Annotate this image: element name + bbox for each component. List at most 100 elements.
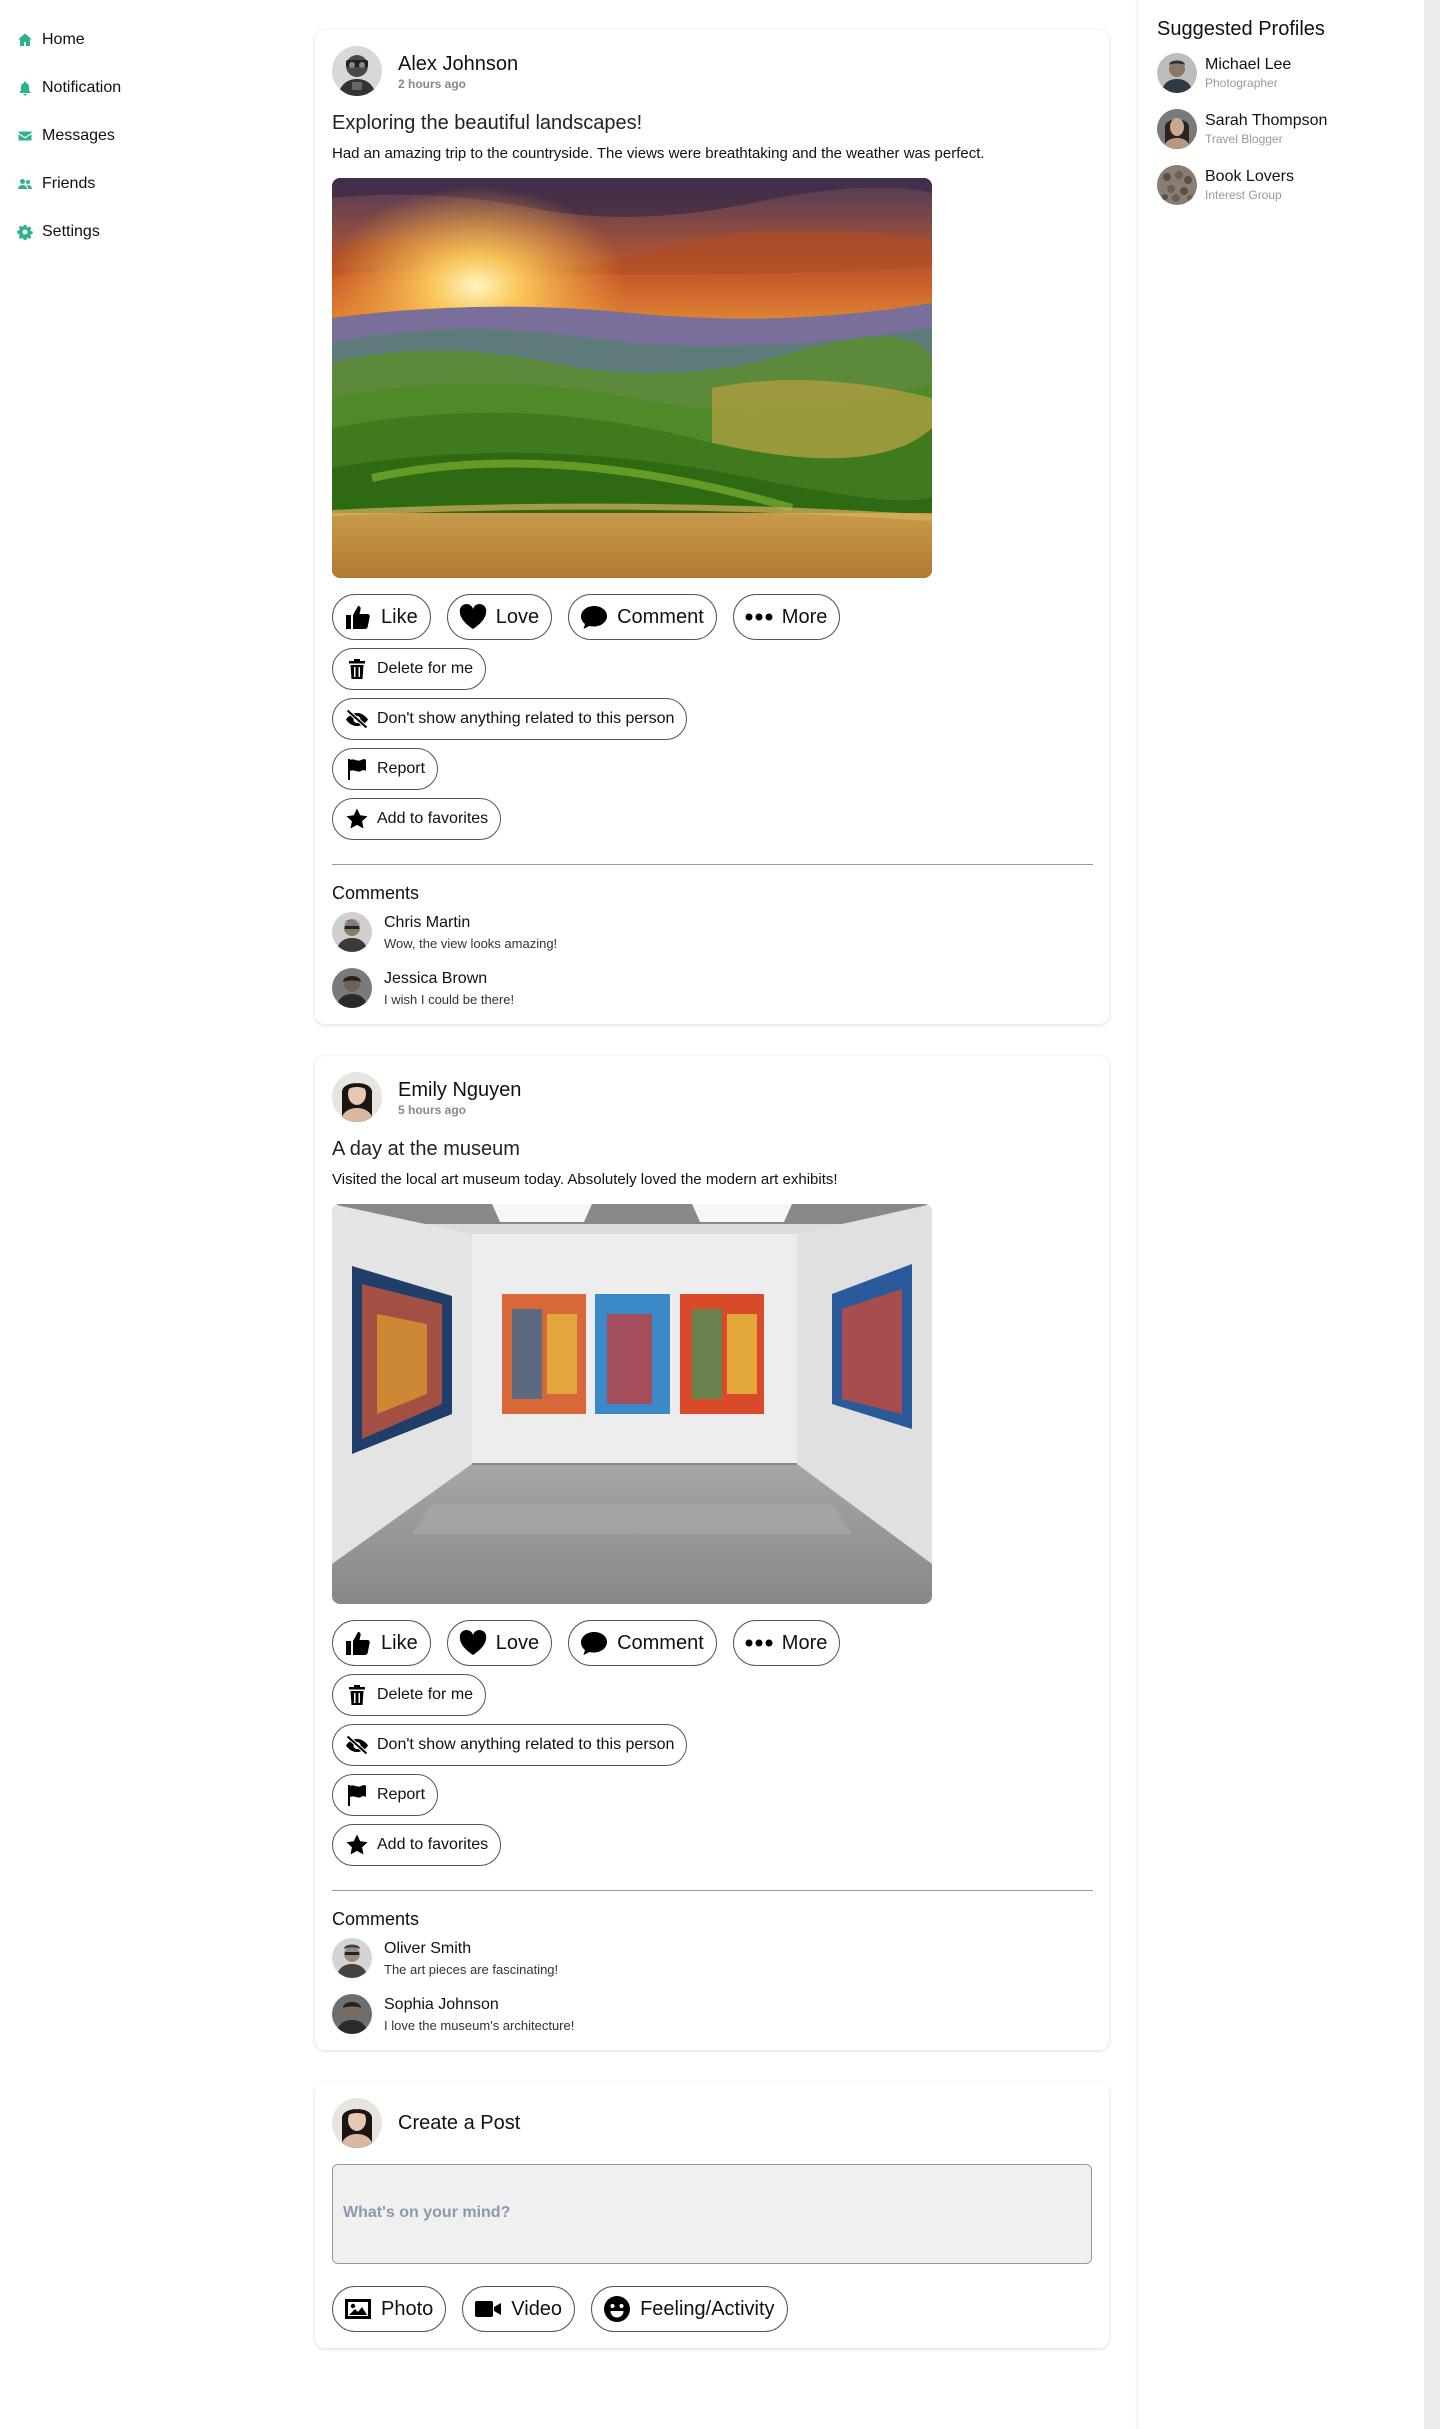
profile-subtitle: Photographer xyxy=(1205,76,1278,90)
suggested-profile[interactable]: Sarah Thompson Travel Blogger xyxy=(1157,109,1406,149)
sidebar-item-label: Notification xyxy=(42,79,122,96)
suggested-profile[interactable]: Book Lovers Interest Group xyxy=(1157,165,1406,205)
like-button[interactable]: Like xyxy=(332,594,431,640)
users-icon xyxy=(17,176,33,192)
love-button[interactable]: Love xyxy=(446,594,553,640)
speech-bubble-icon xyxy=(579,1628,609,1658)
flag-icon xyxy=(345,1783,369,1807)
avatar[interactable] xyxy=(332,2098,382,2148)
photo-button[interactable]: Photo xyxy=(332,2286,447,2332)
post-body: Had an amazing trip to the countryside. … xyxy=(332,145,985,162)
comment-text: I wish I could be there! xyxy=(384,992,515,1007)
more-button[interactable]: More xyxy=(732,594,841,640)
post-title: A day at the museum xyxy=(332,1138,520,1160)
heart-icon xyxy=(458,602,488,632)
hide-person-button[interactable]: Don't show anything related to this pers… xyxy=(332,1724,688,1766)
commenter-name[interactable]: Chris Martin xyxy=(384,913,557,933)
suggested-profiles-title: Suggested Profiles xyxy=(1157,18,1325,40)
commenter-name[interactable]: Oliver Smith xyxy=(384,1939,558,1959)
reaction-bar: Like Love Comment More xyxy=(332,1620,1093,1666)
comment-text: Wow, the view looks amazing! xyxy=(384,936,558,951)
sidebar-item-settings[interactable]: Settings xyxy=(0,208,300,256)
profile-name: Sarah Thompson xyxy=(1205,112,1328,129)
comment: Oliver Smith The art pieces are fascinat… xyxy=(332,1938,1093,1978)
sidebar-item-messages[interactable]: Messages xyxy=(0,112,300,160)
video-camera-icon xyxy=(473,2294,503,2324)
avatar[interactable] xyxy=(1157,53,1197,93)
gear-icon xyxy=(17,224,33,240)
add-to-favorites-button[interactable]: Add to favorites xyxy=(332,1824,502,1866)
avatar[interactable] xyxy=(1157,165,1197,205)
author-name[interactable]: Emily Nguyen xyxy=(398,1078,521,1102)
sidebar-item-label: Home xyxy=(42,31,85,48)
post-image[interactable] xyxy=(332,178,932,578)
avatar[interactable] xyxy=(332,968,372,1008)
news-feed: Alex Johnson 2 hours ago Exploring the b… xyxy=(315,30,1109,2380)
sidebar-item-home[interactable]: Home xyxy=(0,16,300,64)
delete-for-me-button[interactable]: Delete for me xyxy=(332,1674,487,1716)
delete-for-me-button[interactable]: Delete for me xyxy=(332,648,487,690)
post-composer xyxy=(332,2164,1092,2264)
divider xyxy=(332,864,1093,865)
author-name[interactable]: Alex Johnson xyxy=(398,52,518,76)
create-post-title: Create a Post xyxy=(398,2111,521,2134)
flag-icon xyxy=(345,757,369,781)
avatar[interactable] xyxy=(332,912,372,952)
report-button[interactable]: Report xyxy=(332,1774,439,1816)
comment-button[interactable]: Comment xyxy=(568,1620,717,1666)
comment-button[interactable]: Comment xyxy=(568,594,717,640)
sidebar-item-notification[interactable]: Notification xyxy=(0,64,300,112)
avatar[interactable] xyxy=(332,1072,382,1122)
composer-actions: Photo Video Feeling/Activity xyxy=(332,2286,1093,2332)
trash-icon xyxy=(345,1683,369,1707)
avatar[interactable] xyxy=(1157,109,1197,149)
thumbs-up-icon xyxy=(343,602,373,632)
comment-text: I love the museum's architecture! xyxy=(384,2018,575,2033)
star-icon xyxy=(345,807,369,831)
bell-icon xyxy=(17,80,33,96)
feeling-activity-button[interactable]: Feeling/Activity xyxy=(591,2286,788,2332)
add-to-favorites-button[interactable]: Add to favorites xyxy=(332,798,502,840)
post-card: Emily Nguyen 5 hours ago A day at the mu… xyxy=(315,1056,1109,2050)
hide-person-button[interactable]: Don't show anything related to this pers… xyxy=(332,698,688,740)
post-header: Emily Nguyen 5 hours ago xyxy=(332,1072,1093,1122)
home-icon xyxy=(17,32,33,48)
post-input[interactable] xyxy=(343,2194,1091,2234)
profile-subtitle: Interest Group xyxy=(1205,188,1282,202)
post-body: Visited the local art museum today. Abso… xyxy=(332,1171,838,1188)
left-sidebar: Home Notification Messages Friends Setti… xyxy=(0,0,300,256)
post-header: Alex Johnson 2 hours ago xyxy=(332,46,1093,96)
post-image[interactable] xyxy=(332,1204,932,1604)
love-button[interactable]: Love xyxy=(446,1620,553,1666)
avatar[interactable] xyxy=(332,1994,372,2034)
suggested-profile[interactable]: Michael Lee Photographer xyxy=(1157,53,1406,93)
avatar[interactable] xyxy=(332,1938,372,1978)
create-post-header: Create a Post xyxy=(332,2098,1093,2148)
comments-heading: Comments xyxy=(332,883,420,903)
sidebar-item-label: Settings xyxy=(42,223,100,240)
smiley-icon xyxy=(602,2294,632,2324)
art-gallery-image xyxy=(332,1204,932,1604)
divider xyxy=(332,1890,1093,1891)
sidebar-item-label: Messages xyxy=(42,127,115,144)
comment: Sophia Johnson I love the museum's archi… xyxy=(332,1994,1093,2034)
commenter-name[interactable]: Sophia Johnson xyxy=(384,1995,574,2015)
more-button[interactable]: More xyxy=(732,1620,841,1666)
like-button[interactable]: Like xyxy=(332,1620,431,1666)
scrollbar[interactable] xyxy=(1424,0,1440,2429)
post-title: Exploring the beautiful landscapes! xyxy=(332,112,643,134)
ellipsis-icon xyxy=(744,1628,774,1658)
suggested-profiles-panel: Suggested Profiles Michael Lee Photograp… xyxy=(1137,0,1424,2429)
report-button[interactable]: Report xyxy=(332,748,439,790)
post-timestamp: 2 hours ago xyxy=(398,76,467,91)
avatar[interactable] xyxy=(332,46,382,96)
ellipsis-icon xyxy=(744,602,774,632)
comment: Jessica Brown I wish I could be there! xyxy=(332,968,1093,1008)
video-button[interactable]: Video xyxy=(462,2286,576,2332)
profile-subtitle: Travel Blogger xyxy=(1205,132,1283,146)
sidebar-item-friends[interactable]: Friends xyxy=(0,160,300,208)
profile-name: Book Lovers xyxy=(1205,168,1294,185)
heart-icon xyxy=(458,1628,488,1658)
thumbs-up-icon xyxy=(343,1628,373,1658)
commenter-name[interactable]: Jessica Brown xyxy=(384,969,514,989)
